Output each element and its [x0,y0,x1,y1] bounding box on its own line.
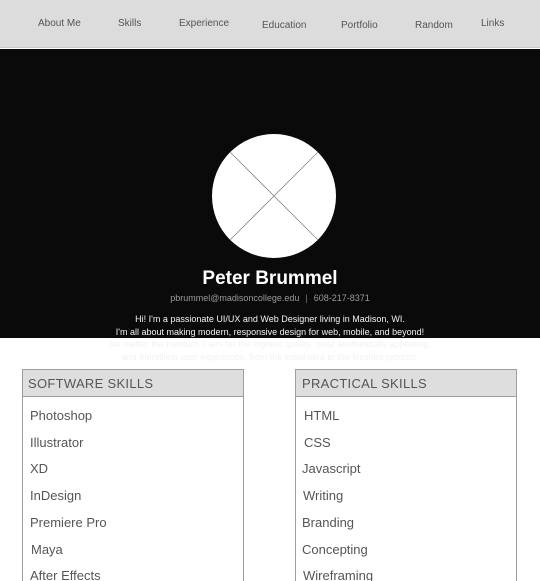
nav-link-experience[interactable]: Experience [179,18,229,29]
nav-link-education[interactable]: Education [262,20,306,31]
nav-link-skills[interactable]: Skills [118,18,141,29]
skill-item: Javascript [302,461,361,476]
email-link[interactable]: pbrummel@madisoncollege.edu [170,293,299,303]
contact-line: pbrummel@madisoncollege.edu | 608-217-8371 [0,293,540,303]
skill-item: InDesign [30,488,82,503]
nav-link-portfolio[interactable]: Portfolio [341,20,378,31]
skill-item: Illustrator [30,435,84,450]
skill-item: Photoshop [30,408,93,423]
skill-item: Maya [31,542,63,557]
practical-skills-panel: PRACTICAL SKILLS HTML CSS Javascript Wri… [295,369,517,581]
skill-item: Premiere Pro [30,515,107,530]
nav-link-random[interactable]: Random [415,20,453,31]
skill-item: After Effects [30,568,101,581]
skill-item: Branding [302,515,355,530]
skill-item: Concepting [302,542,368,557]
skill-item: Wireframing [303,568,374,581]
skill-item: HTML [304,408,340,423]
skill-item: XD [30,461,49,476]
nav-link-links[interactable]: Links [481,18,504,29]
skill-item: CSS [304,435,331,450]
practical-skills-title: PRACTICAL SKILLS [296,370,516,397]
nav-link-about-me[interactable]: About Me [38,18,81,29]
profile-name: Peter Brummel [202,268,338,289]
bio-line: Hi! I'm a passionate UI/UX and Web Desig… [135,314,405,324]
hero-section: Peter Brummel pbrummel@madisoncollege.ed… [0,49,540,362]
skill-item: Writing [303,488,344,503]
top-nav: About Me Skills Experience Education Por… [0,0,540,48]
bio-text: Hi! I'm a passionate UI/UX and Web Desig… [0,313,540,363]
bio-line: and friendliest user experience, from th… [121,351,419,362]
contact-separator: | [305,293,308,303]
software-skills-panel: SOFTWARE SKILLS Photoshop Illustrator XD… [22,369,244,581]
phone-number[interactable]: 608-217-8371 [314,293,370,303]
bio-line: No matter the medium, I aim for the high… [109,339,431,349]
image-placeholder-icon [212,134,336,258]
software-skills-title: SOFTWARE SKILLS [23,370,243,397]
bio-line: I'm all about making modern, responsive … [115,326,425,337]
